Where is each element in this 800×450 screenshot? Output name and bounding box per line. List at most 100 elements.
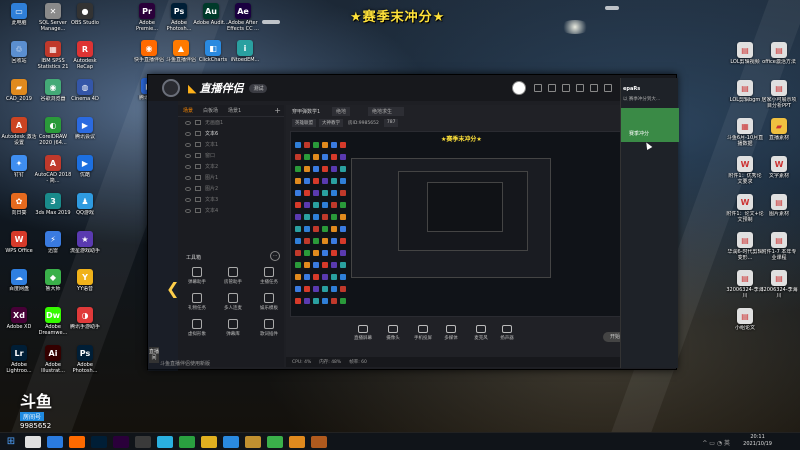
eye-icon[interactable]	[185, 208, 191, 213]
desktop-icon[interactable]: Dw Adobe Dreamwe...	[36, 307, 70, 336]
desktop-icon[interactable]: 3 3ds Max 2019	[35, 193, 71, 222]
taskbar-app-icon[interactable]	[91, 435, 107, 448]
source-item[interactable]: 文本4	[178, 205, 284, 216]
desktop-icon[interactable]: ☁ 百度网盘	[2, 269, 36, 298]
scene-tab[interactable]: 场景	[178, 107, 198, 114]
desktop-icon[interactable]: ▶腾讯会议	[68, 117, 102, 146]
app-version-badge[interactable]: 测试	[249, 83, 268, 93]
desktop-icon[interactable]: Ae Adobe After Effects CC ...	[226, 3, 260, 32]
tool-button[interactable]: 弹幕助手	[180, 267, 214, 285]
desktop-icon[interactable]: ◉ 谷歌浏览器	[36, 79, 70, 108]
user-avatar[interactable]	[512, 81, 526, 95]
source-item[interactable]: 图片2	[178, 183, 284, 194]
desktop-icon[interactable]: Xd Adobe XD	[2, 307, 36, 336]
source-item[interactable]: 窗口	[178, 150, 284, 161]
live-control-button[interactable]: 直播屏幕	[350, 325, 376, 341]
desktop-file-icon[interactable]: ▤ 华润6-时代剪辑变形...	[728, 232, 763, 261]
desktop-icon[interactable]: ◆ 鲁大师	[36, 269, 70, 298]
eye-icon[interactable]	[185, 120, 191, 125]
desktop-icon[interactable]: ▰ CAD_2019	[2, 79, 36, 108]
app-titlebar[interactable]: ◣ 直播伴侣 测试 ✕	[148, 75, 676, 101]
live-control-button[interactable]: 摄像头	[380, 325, 406, 341]
share-icon[interactable]	[562, 84, 570, 92]
desktop-icon[interactable]: Y YY语音	[68, 269, 102, 298]
taskbar-app-icon[interactable]	[267, 435, 283, 448]
desktop-icon[interactable]: Ps Adobe Photosh...	[68, 345, 102, 374]
desktop-icon[interactable]: i iNtoedEM...	[228, 40, 262, 69]
desktop-icon[interactable]: ▲ 斗鱼直播伴侣	[164, 40, 198, 69]
tool-button[interactable]: 歌词插件	[252, 319, 286, 337]
desktop-file-icon[interactable]: W 附件1：优秀论文要求	[728, 156, 762, 185]
desktop-icon[interactable]: ◉ 快手直播伴侣	[132, 40, 166, 69]
live-control-button[interactable]: 扬声器	[494, 325, 520, 341]
desktop-icon[interactable]: W WPS Office	[2, 231, 36, 260]
desktop-icon[interactable]: ◐ CorelDRAW 2020 (64...	[36, 117, 70, 146]
desktop-icon[interactable]: ● OBS Studio	[68, 3, 102, 32]
taskbar-clock[interactable]: 20:11 2021/10/19	[743, 434, 772, 448]
eye-icon[interactable]	[185, 142, 191, 147]
taskbar-app-icon[interactable]	[135, 435, 151, 448]
desktop-icon[interactable]: ▦ IBM SPSS Statistics 21	[36, 41, 70, 70]
desktop-icon[interactable]: Lr Adobe Lightroo...	[2, 345, 36, 374]
taskbar-app-icon[interactable]	[201, 435, 217, 448]
message-icon[interactable]	[534, 84, 542, 92]
tool-button[interactable]: 礼物任务	[180, 293, 214, 311]
desktop-file-icon[interactable]: ▤ 32006324-李海川	[760, 270, 798, 299]
menu-icon[interactable]	[604, 84, 612, 92]
room-title[interactable]: 穿甲弹数学1	[292, 108, 320, 115]
eye-icon[interactable]	[185, 175, 191, 180]
eye-icon[interactable]	[185, 131, 191, 136]
desktop-file-icon[interactable]: ▤ 居家小可展示项目分析PPT	[761, 80, 797, 109]
desktop-icon[interactable]: Au Adobe Audit...	[193, 3, 229, 32]
room-category[interactable]: 绝地	[332, 107, 351, 116]
desktop-icon[interactable]: ✕ SQL Server Manage...	[36, 3, 70, 32]
desktop-file-icon[interactable]: ▤ 图片素材	[762, 194, 796, 223]
desktop-file-icon[interactable]: ▤ office激活方法	[762, 42, 796, 71]
tool-button[interactable]: 娱乐模板	[252, 293, 286, 311]
live-control-button[interactable]: 麦克风	[468, 325, 494, 341]
desktop-file-icon[interactable]: ▤ 附件1-7 本年专业课程	[762, 232, 796, 261]
desktop-icon[interactable]: ♟ QQ游戏	[68, 193, 102, 222]
desktop-icon[interactable]: ◧ ClickCharts	[196, 40, 230, 69]
desktop-icon[interactable]: ✿ 向日葵	[2, 193, 36, 222]
desktop-icon[interactable]: Ps Adobe Photosh...	[162, 3, 196, 32]
desktop-file-icon[interactable]: ▤ LOL剪辑bgm	[728, 80, 762, 109]
desktop-icon[interactable]: A AutoCAD 2018 - 简...	[35, 155, 71, 184]
desktop-file-icon[interactable]: ▤ LOL剪辑视频	[728, 42, 762, 71]
desktop-icon[interactable]: ◑ 腾讯手游助手	[68, 307, 102, 336]
scene-tab[interactable]: 白板场	[198, 107, 223, 114]
desktop-icon[interactable]: R Autodesk ReCap	[68, 41, 102, 70]
scene-tab[interactable]: 场景1	[223, 107, 246, 114]
live-preview[interactable]: ★赛季末冲分★	[290, 131, 672, 317]
taskbar-app-icon[interactable]	[223, 435, 239, 448]
help-icon[interactable]	[590, 84, 598, 92]
source-item[interactable]: 文本6	[178, 128, 284, 139]
tool-button[interactable]: 房管助手	[216, 267, 250, 285]
source-item[interactable]: 无画面1	[178, 117, 284, 128]
taskbar-app-icon[interactable]	[179, 435, 195, 448]
windows-start-icon[interactable]: ⊞	[0, 433, 22, 450]
more-tools-icon[interactable]: ···	[270, 251, 280, 261]
taskbar-app-icon[interactable]	[157, 435, 173, 448]
system-tray[interactable]: ^ ▭ ◔ 英	[702, 438, 730, 447]
tool-button[interactable]: 虚拟形象	[180, 319, 214, 337]
live-control-button[interactable]: 手机投屏	[410, 325, 436, 341]
source-item[interactable]: 图片1	[178, 172, 284, 183]
desktop-file-icon[interactable]: W 附件1：论文+论文预制	[726, 194, 764, 223]
taskbar-app-icon[interactable]	[289, 435, 305, 448]
taskbar-app-icon[interactable]	[69, 435, 85, 448]
desktop-icon[interactable]: ✦ 钉钉	[2, 155, 36, 184]
eye-icon[interactable]	[185, 197, 191, 202]
add-scene-icon[interactable]: +	[274, 106, 281, 115]
settings-icon[interactable]	[576, 84, 584, 92]
desktop-file-icon[interactable]: ▤ 小组论文	[728, 308, 762, 337]
desktop-icon[interactable]: ▶ 优酷	[68, 155, 102, 184]
desktop-file-icon[interactable]: ▦ 斗鱼6月-10月直播数据	[727, 118, 763, 147]
desktop-icon[interactable]: A Autodesk 激活设置	[2, 117, 36, 146]
room-tag[interactable]: 英雄联盟	[292, 119, 316, 127]
taskbar-app-icon[interactable]	[25, 435, 41, 448]
room-game-select[interactable]: 绝地求生	[368, 107, 405, 116]
desktop-file-icon[interactable]: ▤ 32006324-李海川	[726, 270, 764, 299]
eye-icon[interactable]	[185, 153, 191, 158]
desktop-icon[interactable]: ♲ 回收站	[2, 41, 36, 70]
